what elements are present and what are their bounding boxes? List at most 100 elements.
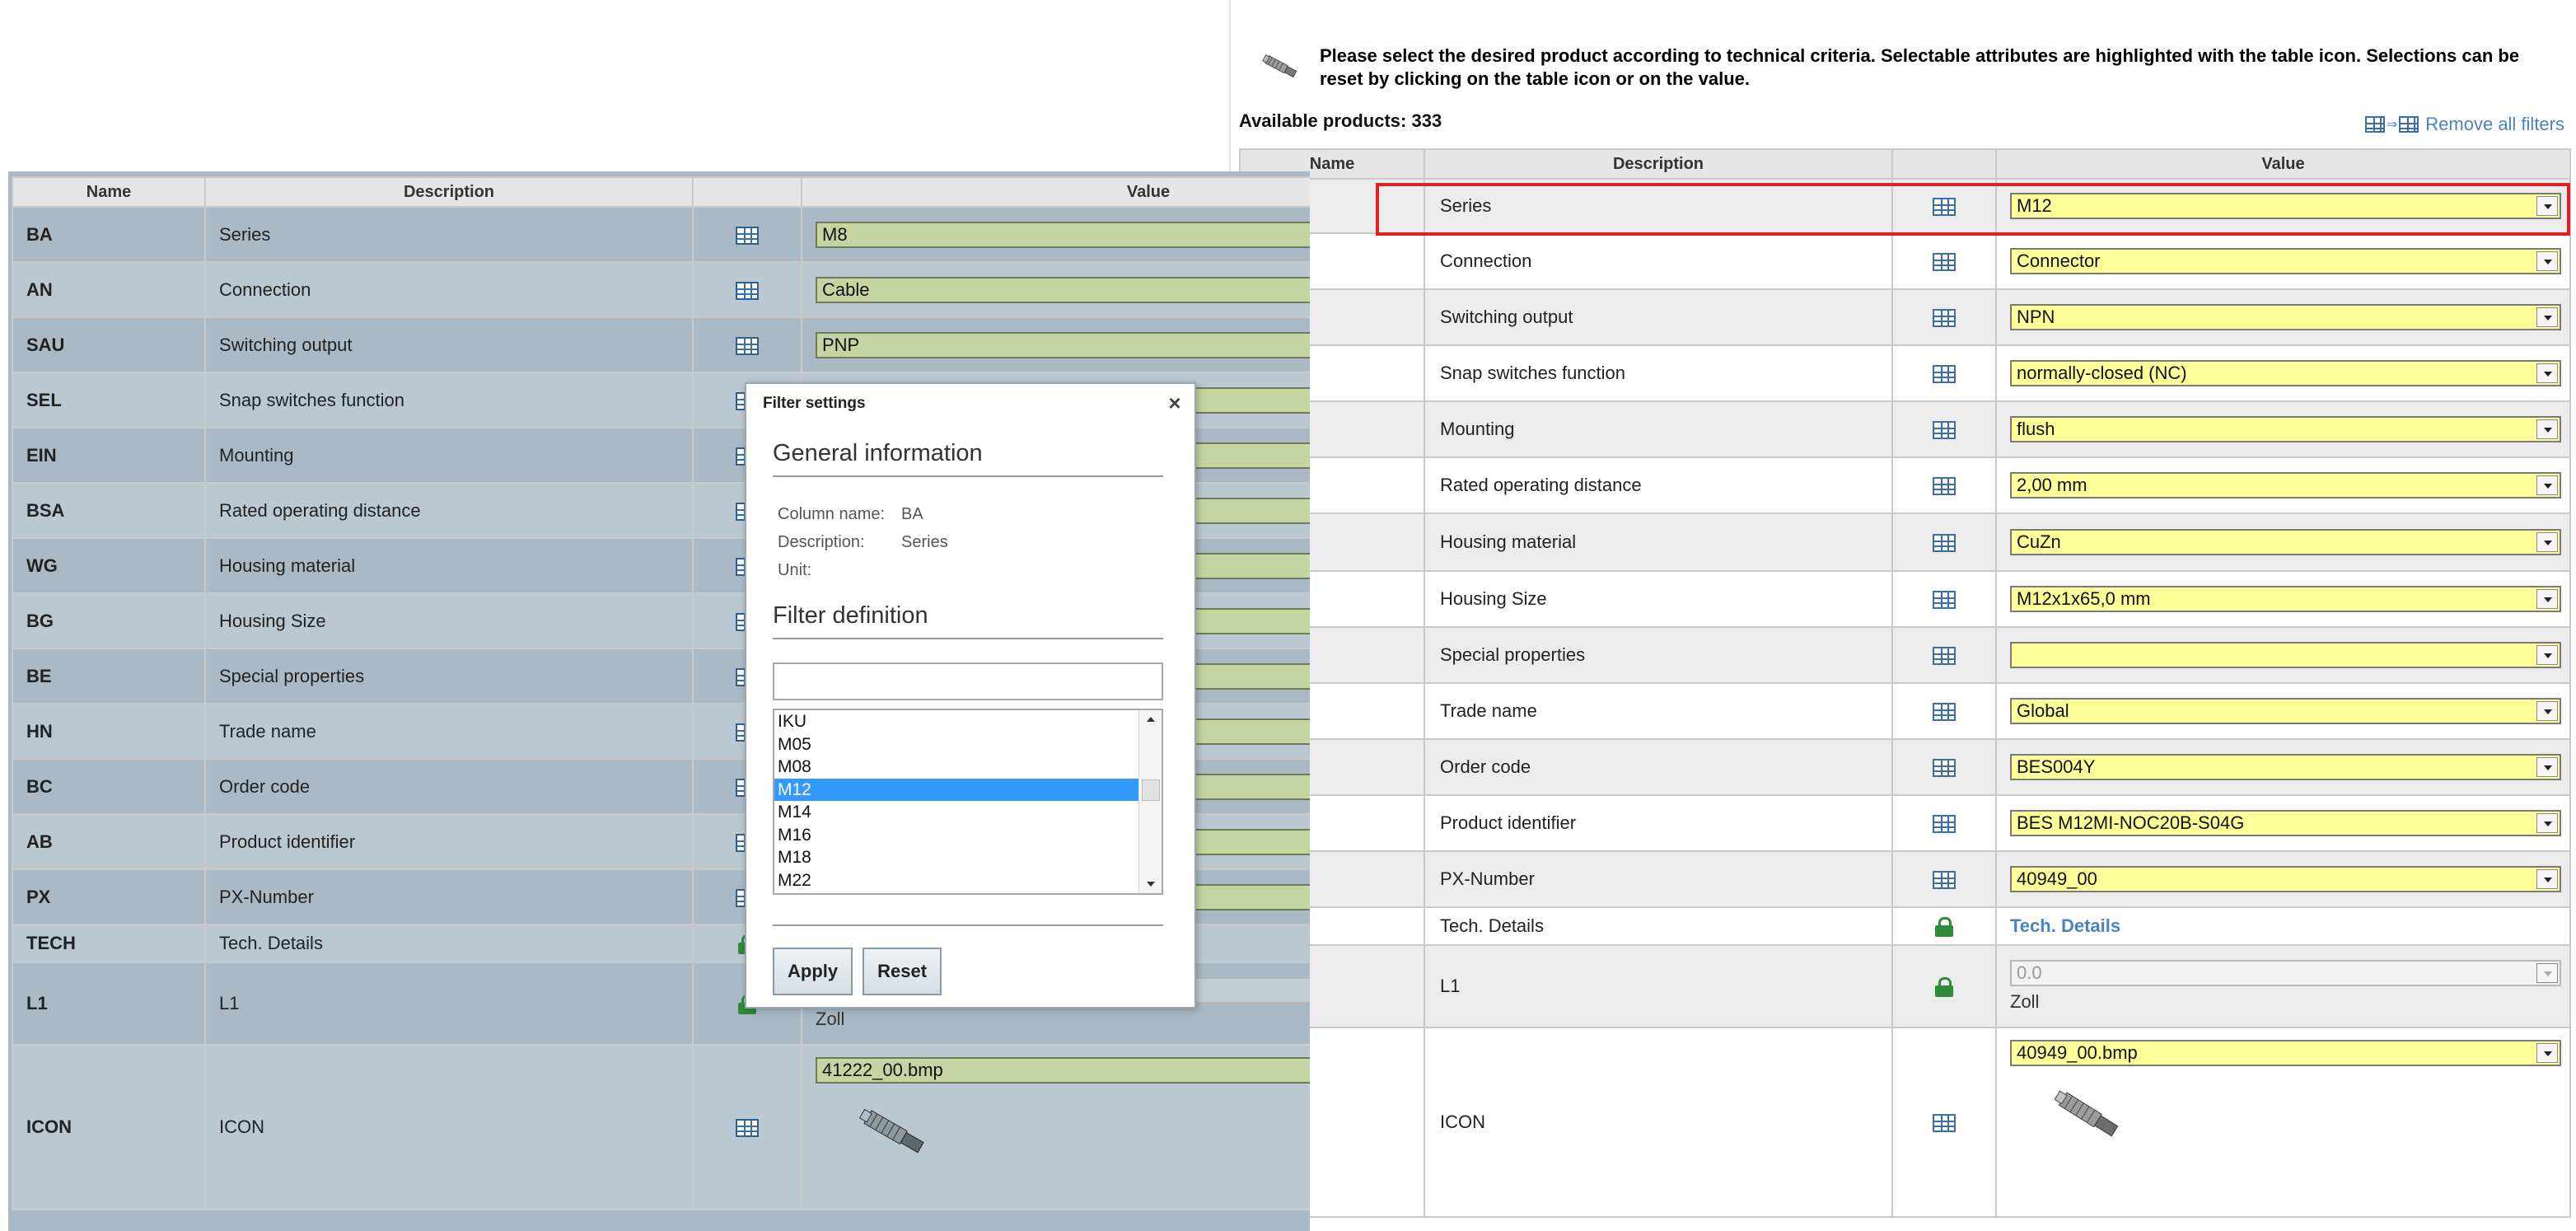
lock-icon [1935,917,1953,938]
table-row: Housing material CuZn [1239,513,2571,572]
filter-definition-heading: Filter definition [773,602,1163,639]
scroll-up-icon[interactable] [1147,717,1155,722]
row-description: Series [1424,178,1893,234]
row-description: L1 [204,962,694,1046]
chevron-down-icon[interactable] [2536,701,2558,721]
table-icon[interactable] [1933,815,1956,834]
col-name-header: Name [12,176,206,208]
value-select[interactable] [2010,642,2561,668]
table-icon[interactable] [1933,198,1956,217]
tech-details-link[interactable]: Tech. Details [2010,915,2120,936]
chevron-down-icon[interactable] [2536,475,2558,495]
table-icon[interactable] [1933,871,1956,890]
chevron-down-icon[interactable] [2536,251,2558,271]
table-icon[interactable] [1933,365,1956,384]
available-label: Available products: [1239,110,1407,131]
apply-button[interactable]: Apply [773,948,853,995]
table-row: PX-Number 40949_00 [1239,850,2571,908]
table-icon[interactable] [1933,477,1956,496]
table-icon[interactable] [1933,703,1956,722]
table-row: Housing Size M12x1x65,0 mm [1239,570,2571,628]
chevron-down-icon[interactable] [2536,757,2558,777]
list-item[interactable]: IKU [774,710,1162,733]
value-select[interactable]: Connector [2010,248,2561,274]
table-row: Order code BES004Y [1239,738,2571,796]
chevron-down-icon[interactable] [2536,645,2558,665]
table-icon[interactable] [1933,647,1956,666]
close-icon[interactable]: × [1163,391,1186,415]
chevron-down-icon[interactable] [2536,532,2558,552]
chevron-down-icon[interactable] [2536,307,2558,327]
listbox-scrollbar[interactable] [1138,710,1162,893]
value-select[interactable]: flush [2010,416,2561,442]
table-icon[interactable] [1933,421,1956,440]
chevron-down-icon[interactable] [2536,196,2558,216]
row-description: Snap switches function [204,372,694,428]
row-name: AB [12,813,206,870]
row-name: BG [12,592,206,649]
chevron-down-icon[interactable] [2536,1043,2558,1063]
table-icon[interactable] [736,336,759,355]
value-select[interactable]: NPN [2010,304,2561,330]
icon-value-select[interactable]: 40949_00.bmp [2010,1040,2561,1066]
row-name: BC [12,758,206,815]
value-select[interactable]: Cable [816,276,1310,303]
row-description: ICON [1424,1027,1893,1218]
table-icon[interactable] [736,226,759,245]
value-select[interactable]: M12x1x65,0 mm [2010,586,2561,612]
column-name-label: Column name: [778,505,886,523]
dialog-divider [773,924,1163,926]
table-icon[interactable] [1933,759,1956,778]
remove-all-filters-link[interactable]: ⇒ Remove all filters [2364,114,2564,135]
general-information: Column name: BA Description: Series Unit: [778,500,1194,584]
list-item[interactable]: M16 [774,824,1162,847]
chevron-down-icon[interactable] [2536,363,2558,383]
table-row-icon: ICON ICON 41222_00.bmp [12,1044,1310,1210]
value-select[interactable]: 2,00 mm [2010,472,2561,498]
value-select[interactable]: M8 [816,221,1310,248]
value-select[interactable]: Global [2010,698,2561,724]
row-name: SAU [12,316,206,373]
l1-unit: Zoll [816,1009,845,1029]
value-select[interactable]: 40949_00 [2010,866,2561,892]
dialog-title-bar: Filter settings × [746,384,1194,424]
value-select[interactable]: BES M12MI-NOC20B-S04G [2010,810,2561,836]
value-select[interactable]: BES004Y [2010,754,2561,780]
reset-button[interactable]: Reset [863,948,942,995]
table-icon[interactable] [1933,591,1956,610]
unit-label: Unit: [778,561,812,579]
table-row: SAU Switching output PNP [12,316,1310,373]
intro-text: Please select the desired product accord… [1320,45,2520,89]
table-icon[interactable] [1933,309,1956,328]
value-select[interactable]: CuZn [2010,529,2561,555]
row-description: Special properties [1424,626,1893,684]
list-item[interactable]: M18 [774,846,1162,869]
scroll-down-icon[interactable] [1147,882,1155,887]
l1-unit: Zoll [2010,991,2040,1012]
list-item[interactable]: M12 [774,778,1162,801]
filter-text-input[interactable] [773,662,1163,700]
remove-filters-icon: ⇒ [2364,116,2419,133]
chevron-down-icon[interactable] [2536,589,2558,609]
value-select[interactable]: PNP [816,331,1310,358]
table-icon[interactable] [736,1119,759,1138]
chevron-down-icon[interactable] [2536,869,2558,889]
table-icon[interactable] [736,281,759,300]
value-select[interactable]: M12 [2010,193,2561,219]
scroll-thumb[interactable] [1142,779,1160,801]
chevron-down-icon[interactable] [2536,419,2558,439]
row-name: WG [12,537,206,594]
chevron-down-icon[interactable] [2536,813,2558,833]
row-name: HN [12,703,206,760]
table-icon[interactable] [1933,253,1956,272]
filter-values-listbox[interactable]: IKU M05 M08 M12 M14 M16 M18 M22 [773,709,1163,895]
value-select[interactable]: normally-closed (NC) [2010,360,2561,386]
list-item[interactable]: M05 [774,733,1162,756]
list-item[interactable]: M22 [774,869,1162,892]
table-icon[interactable] [1933,1114,1956,1133]
table-icon[interactable] [1933,534,1956,553]
icon-value-select[interactable]: 41222_00.bmp [816,1057,1310,1084]
col-icon-header [692,176,802,208]
list-item[interactable]: M14 [774,801,1162,824]
list-item[interactable]: M08 [774,756,1162,779]
